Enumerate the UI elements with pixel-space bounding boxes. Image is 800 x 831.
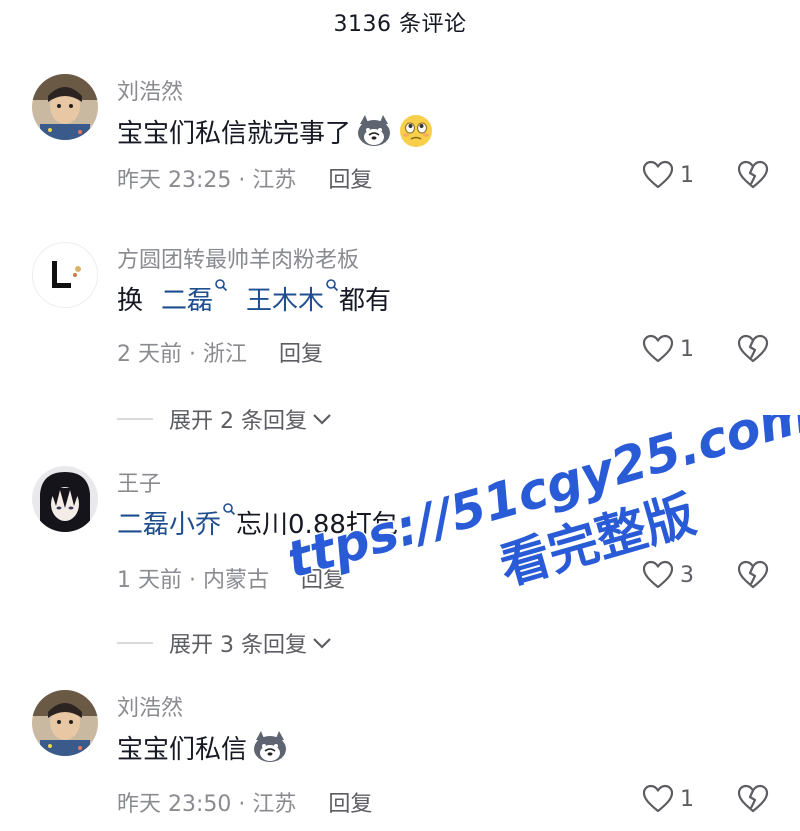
wolf-emoji-icon [251,728,289,766]
mention-link[interactable]: 王木木 [246,279,339,317]
heart-outline-icon [642,334,674,363]
chevron-down-icon [313,638,331,649]
watermark-overlay: https://51cgy25.com 看完整版 [290,415,800,625]
mention-name: 二磊小乔 [117,510,222,540]
dizzy-face-emoji-icon [397,112,435,150]
heart-outline-icon [642,784,674,813]
like-button[interactable]: 1 [642,784,694,814]
comment-meta: 昨天 23:50 · 江苏 回复 [117,786,372,818]
comment-text-suffix: 都有 [339,286,392,316]
avatar[interactable] [32,466,98,532]
search-icon [326,279,339,292]
divider [117,418,153,420]
comment-text-row: 宝宝们私信 [117,728,289,766]
comment-text: 宝宝们私信就完事了 [117,118,352,149]
comment-author[interactable]: 刘浩然 [117,690,183,722]
search-icon [215,279,228,292]
expand-replies-label: 展开 2 条回复 [169,409,307,434]
comment-author[interactable]: 方圆团转最帅羊肉粉老板 [117,242,359,274]
comment-author[interactable]: 王子 [117,466,161,498]
reply-button[interactable]: 回复 [328,786,372,818]
broken-heart-icon [737,334,769,363]
comment-time-location: 1 天前 · 内蒙古 [117,568,269,593]
dislike-button[interactable] [737,160,769,190]
comment-text-row: 换 二磊 王木木 都有 [117,279,392,317]
comment-meta: 昨天 23:25 · 江苏 回复 [117,162,372,194]
broken-heart-icon [737,784,769,813]
dislike-button[interactable] [737,334,769,364]
comment-time-location: 昨天 23:25 · 江苏 [117,168,297,193]
avatar-child-photo [32,690,98,756]
comments-title: 3136 条评论 [333,12,467,37]
like-button[interactable]: 1 [642,160,694,190]
search-icon [223,503,236,516]
dislike-button[interactable] [737,784,769,814]
like-button[interactable]: 1 [642,334,694,364]
mention-link[interactable]: 二磊 [161,279,228,317]
reply-button[interactable]: 回复 [328,162,372,194]
mention-link[interactable]: 二磊小乔 [117,503,236,541]
like-count: 1 [680,336,694,362]
comment-meta: 2 天前 · 浙江 回复 [117,336,323,368]
heart-outline-icon [642,160,674,189]
wolf-emoji-icon [355,112,393,150]
comment-time-location: 2 天前 · 浙江 [117,342,247,367]
comment-text-row: 宝宝们私信就完事了 [117,112,435,150]
expand-replies-label: 展开 3 条回复 [169,633,307,658]
comment-author[interactable]: 刘浩然 [117,74,183,106]
avatar-child-photo [32,74,98,140]
avatar-anime-character [32,466,98,532]
mention-name: 王木木 [246,286,325,316]
comment-text: 宝宝们私信 [117,734,248,765]
expand-replies-button[interactable]: 展开 3 条回复 [117,627,333,659]
avatar[interactable] [32,74,98,140]
reply-button[interactable]: 回复 [279,336,323,368]
comment-time-location: 昨天 23:50 · 江苏 [117,792,297,817]
comment-text-prefix: 换 [117,286,144,316]
avatar[interactable] [32,242,98,308]
divider [117,642,153,644]
avatar-logo [33,243,97,307]
avatar[interactable] [32,690,98,756]
like-count: 1 [680,162,694,188]
mention-name: 二磊 [161,286,214,316]
like-count: 1 [680,786,694,812]
broken-heart-icon [737,160,769,189]
